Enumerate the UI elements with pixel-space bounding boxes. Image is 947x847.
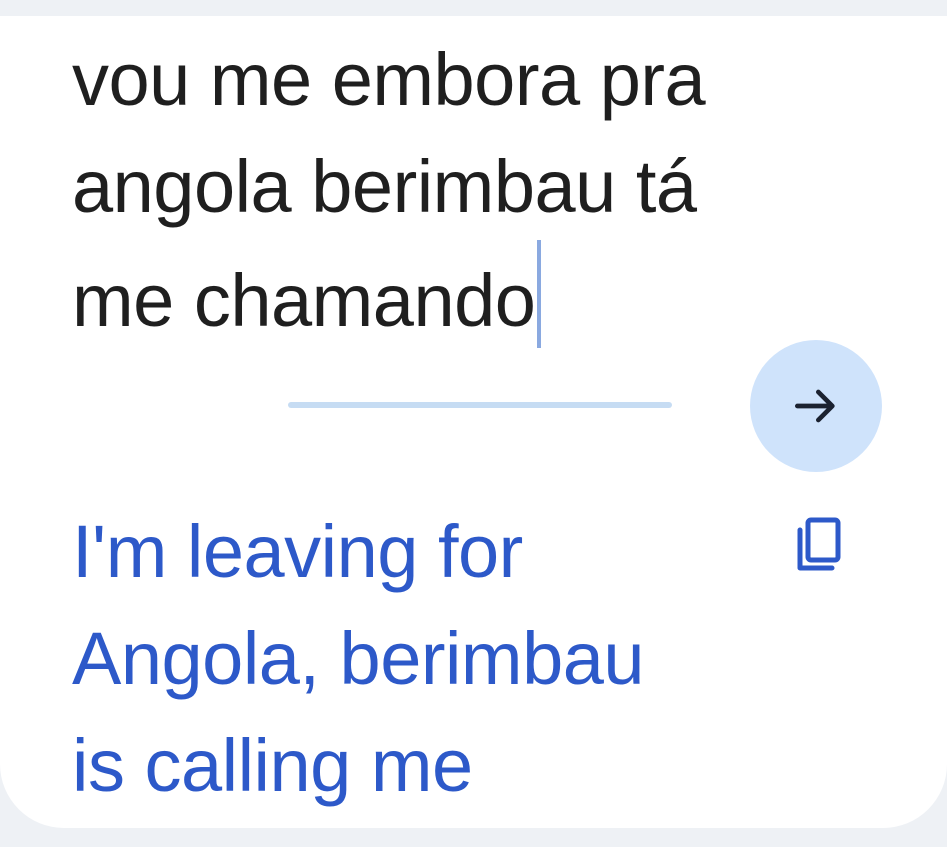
source-text-line-content: me chamando <box>72 259 536 342</box>
divider-progress-line <box>288 402 672 408</box>
translation-line: is calling me <box>72 724 473 807</box>
source-text-line: vou me embora pra <box>72 38 706 121</box>
source-text-line: angola berimbau tá <box>72 145 697 228</box>
text-cursor <box>537 240 542 348</box>
translation-line: Angola, berimbau <box>72 617 645 700</box>
translation-card: vou me embora pra angola berimbau tá me … <box>0 16 947 828</box>
arrow-right-icon <box>795 389 835 423</box>
translation-line: I'm leaving for <box>72 510 523 593</box>
source-text-line-last: me chamando <box>72 240 872 354</box>
copy-icon <box>797 517 841 571</box>
translate-button[interactable] <box>750 340 882 472</box>
source-text-input[interactable]: vou me embora pra angola berimbau tá me … <box>72 26 872 354</box>
translation-output: I'm leaving for Angola, berimbau is call… <box>72 498 772 819</box>
copy-button[interactable] <box>780 504 860 584</box>
